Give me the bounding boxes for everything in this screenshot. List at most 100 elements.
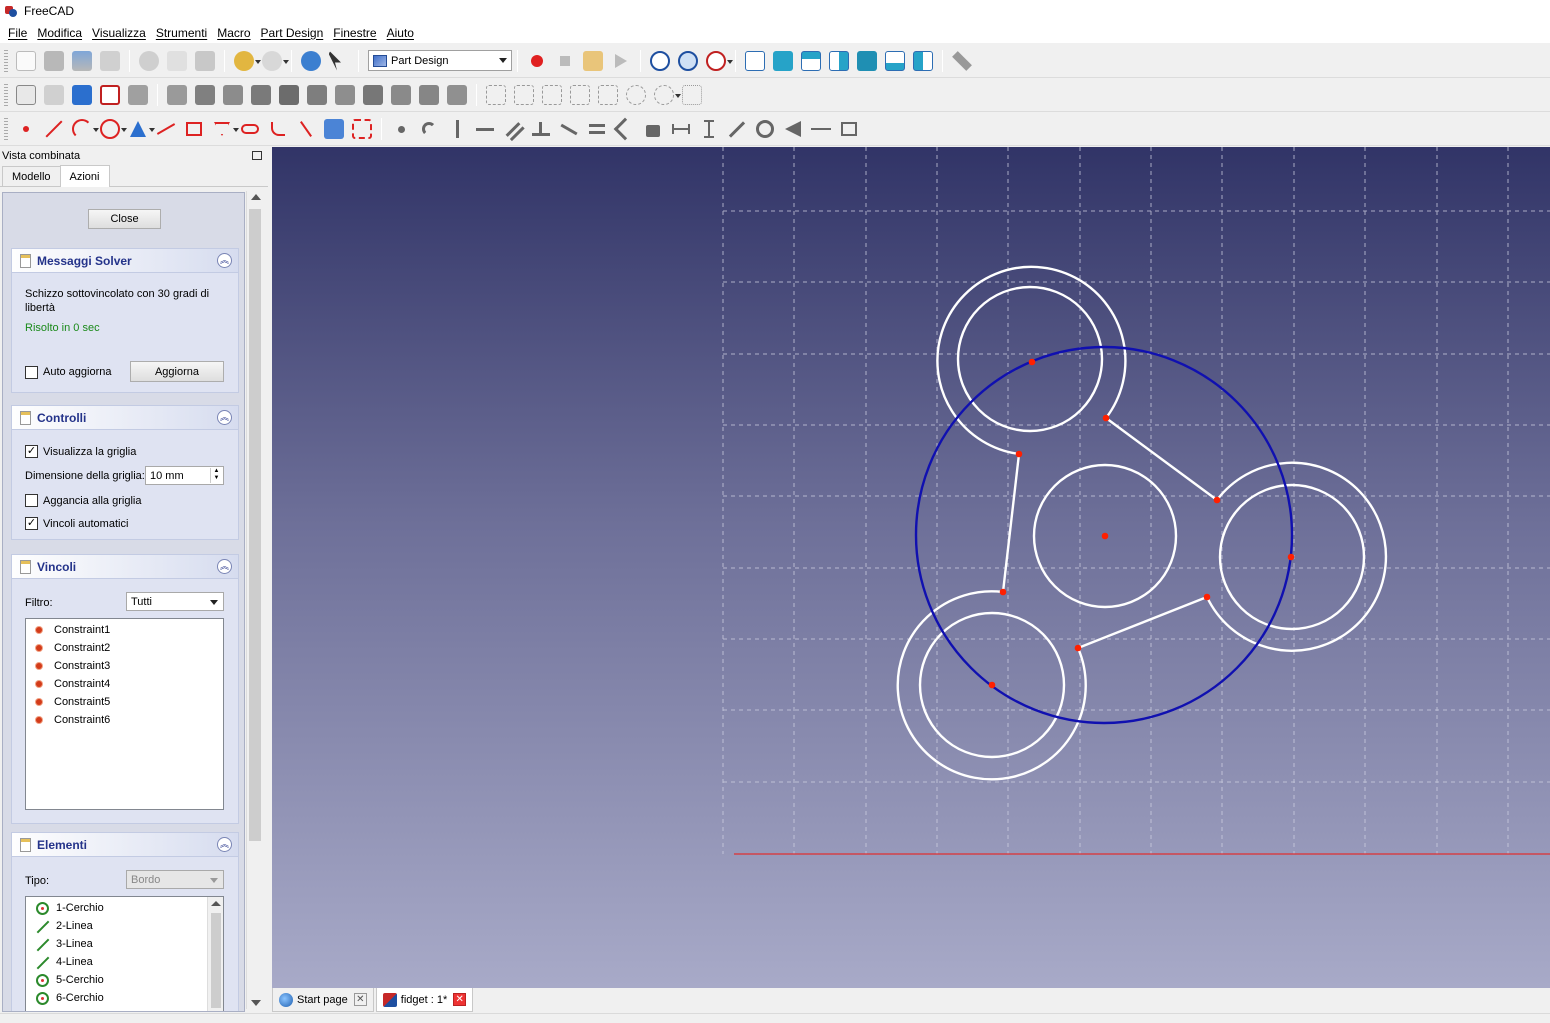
collapse-icon[interactable]: ︽ <box>217 837 232 852</box>
collapse-icon[interactable]: ︽ <box>217 410 232 425</box>
scroll-thumb[interactable] <box>211 913 221 1008</box>
linear-pattern-icon[interactable] <box>622 81 650 109</box>
import-icon[interactable] <box>68 81 96 109</box>
open-icon[interactable] <box>40 47 68 75</box>
constrain-horizontal-icon[interactable] <box>471 115 499 143</box>
circle-icon[interactable] <box>96 115 127 143</box>
save-icon[interactable] <box>68 47 96 75</box>
list-item[interactable]: 6-Cerchio <box>26 989 223 1007</box>
pipe-icon[interactable] <box>275 81 303 109</box>
paste-icon[interactable] <box>191 47 219 75</box>
constrain-tangent-icon[interactable] <box>555 115 583 143</box>
3d-view[interactable] <box>272 147 1550 988</box>
view-bottom-icon[interactable] <box>881 47 909 75</box>
elements-scrollbar[interactable] <box>207 897 223 1011</box>
trim-icon[interactable] <box>292 115 320 143</box>
sketch-canvas[interactable] <box>272 147 1550 988</box>
menu-aiuto[interactable]: Aiuto <box>382 26 419 40</box>
toolbar-grip[interactable] <box>4 118 8 140</box>
whats-this-icon[interactable] <box>325 47 353 75</box>
task-panel-scrollbar[interactable] <box>246 191 263 1009</box>
new-document-icon[interactable] <box>12 47 40 75</box>
datum-plane-icon[interactable] <box>163 81 191 109</box>
fillet-sketch-icon[interactable] <box>264 115 292 143</box>
constraints-header[interactable]: Vincoli ︽ <box>12 555 238 579</box>
list-item[interactable]: Constraint4 <box>26 675 223 693</box>
menu-visualizza[interactable]: Visualizza <box>87 26 151 40</box>
fillet-icon[interactable] <box>482 81 510 109</box>
loft-icon[interactable] <box>247 81 275 109</box>
line-icon[interactable] <box>40 115 68 143</box>
polar-pattern-icon[interactable] <box>650 81 681 109</box>
workbench-selector[interactable]: Part Design <box>368 50 512 71</box>
toolbar-grip[interactable] <box>4 49 8 72</box>
mirrored-icon[interactable] <box>594 81 622 109</box>
run-macro-icon[interactable] <box>607 47 635 75</box>
constrain-vertical-icon[interactable] <box>443 115 471 143</box>
elements-list[interactable]: 1-Cerchio 2-Linea 3-Linea 4-Linea 5-Cerc… <box>25 896 224 1011</box>
scroll-up-icon[interactable] <box>211 901 221 906</box>
groove-icon[interactable] <box>359 81 387 109</box>
view-left-icon[interactable] <box>909 47 937 75</box>
scroll-thumb[interactable] <box>249 209 261 841</box>
view-top-icon[interactable] <box>797 47 825 75</box>
cut-icon[interactable] <box>135 47 163 75</box>
grid-size-spinbox[interactable]: 10 mm ▲ ▼ <box>145 466 224 485</box>
list-item[interactable]: 4-Linea <box>26 953 223 971</box>
constrain-point-on-object-icon[interactable] <box>415 115 443 143</box>
edit-macro-icon[interactable] <box>579 47 607 75</box>
tab-fidget[interactable]: fidget : 1* ✕ <box>375 988 474 1012</box>
constrain-symmetric-icon[interactable] <box>611 115 639 143</box>
close-icon[interactable]: ✕ <box>353 993 367 1006</box>
undo-icon[interactable] <box>230 47 261 75</box>
save-as-icon[interactable] <box>96 47 124 75</box>
show-grid-checkbox[interactable]: ✓ <box>25 445 38 458</box>
snap-to-grid-checkbox[interactable] <box>25 494 38 507</box>
undock-icon[interactable] <box>252 151 262 160</box>
list-item[interactable]: 3-Linea <box>26 935 223 953</box>
constrain-coincident-icon[interactable] <box>387 115 415 143</box>
filter-select[interactable]: Tutti <box>126 592 224 611</box>
pocket-icon[interactable] <box>303 81 331 109</box>
list-item[interactable]: Constraint6 <box>26 711 223 729</box>
list-item[interactable]: Constraint3 <box>26 657 223 675</box>
view-isometric-icon[interactable] <box>741 47 769 75</box>
view-right-icon[interactable] <box>825 47 853 75</box>
list-item[interactable]: Constraint5 <box>26 693 223 711</box>
list-item[interactable]: Constraint2 <box>26 639 223 657</box>
constrain-horizontal-distance-icon[interactable] <box>667 115 695 143</box>
pad-icon[interactable] <box>191 81 219 109</box>
carbon-copy-icon[interactable] <box>348 115 376 143</box>
fit-selection-icon[interactable] <box>674 47 702 75</box>
toolbar-grip[interactable] <box>4 84 8 106</box>
list-item[interactable]: Constraint1 <box>26 621 223 639</box>
stop-macro-icon[interactable] <box>551 47 579 75</box>
copy-icon[interactable] <box>163 47 191 75</box>
type-select[interactable]: Bordo <box>126 870 224 889</box>
solver-messages-header[interactable]: Messaggi Solver ︽ <box>12 249 238 273</box>
point-icon[interactable] <box>12 115 40 143</box>
measure-distance-icon[interactable] <box>948 47 976 75</box>
refresh-icon[interactable] <box>297 47 325 75</box>
auto-update-checkbox[interactable] <box>25 366 38 379</box>
collapse-icon[interactable]: ︽ <box>217 253 232 268</box>
menu-strumenti[interactable]: Strumenti <box>151 26 212 40</box>
view-rear-icon[interactable] <box>853 47 881 75</box>
draw-style-icon[interactable] <box>702 47 733 75</box>
multi-transform-icon[interactable] <box>678 81 706 109</box>
arc-icon[interactable] <box>68 115 99 143</box>
boolean-icon[interactable] <box>443 81 471 109</box>
redo-icon[interactable] <box>258 47 289 75</box>
toggle-construction-icon[interactable] <box>835 115 863 143</box>
constrain-equal-icon[interactable] <box>583 115 611 143</box>
subtractive-loft-icon[interactable] <box>387 81 415 109</box>
revolution-icon[interactable] <box>219 81 247 109</box>
constrain-angle-icon[interactable] <box>779 115 807 143</box>
list-item[interactable]: 1-Cerchio <box>26 899 223 917</box>
constrain-vertical-distance-icon[interactable] <box>695 115 723 143</box>
menu-modifica[interactable]: Modifica <box>32 26 87 40</box>
fit-all-icon[interactable] <box>646 47 674 75</box>
list-item[interactable]: 2-Linea <box>26 917 223 935</box>
constrain-radius-icon[interactable] <box>751 115 779 143</box>
spin-arrows-icon[interactable]: ▲ ▼ <box>210 468 222 483</box>
